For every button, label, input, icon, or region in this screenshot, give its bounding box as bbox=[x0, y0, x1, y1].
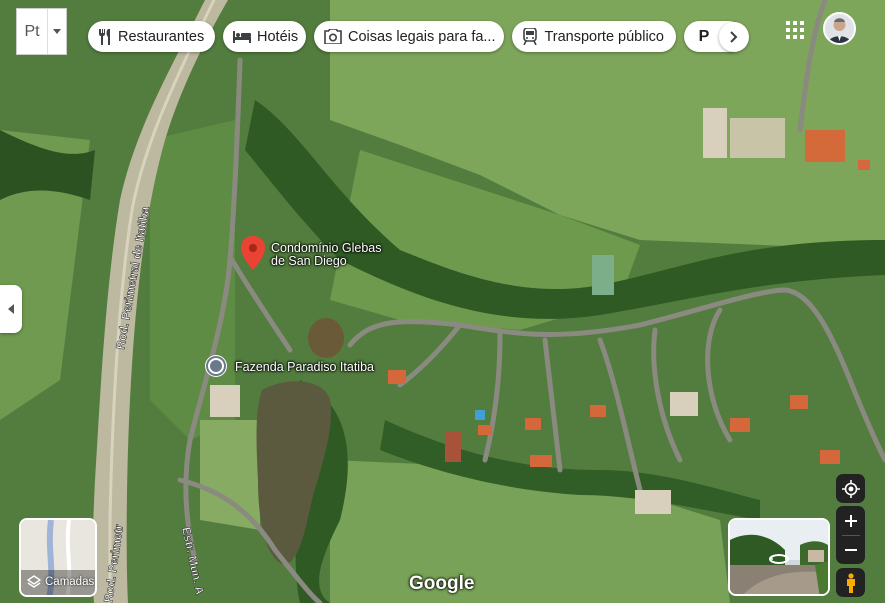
input-tools-button[interactable]: Pt bbox=[16, 8, 67, 55]
rotate-view-icon bbox=[769, 554, 789, 564]
chip-things-to-do[interactable]: Coisas legais para fa... bbox=[314, 21, 504, 52]
plus-icon bbox=[844, 514, 857, 527]
chip-label: Transporte público bbox=[544, 28, 664, 45]
satellite-map[interactable]: Rod. Perimetral de Itatiba Rod. Perimetr… bbox=[0, 0, 885, 603]
side-panel-toggle[interactable] bbox=[0, 285, 22, 333]
chip-transit[interactable]: Transporte público bbox=[512, 21, 676, 52]
layers-icon bbox=[27, 575, 41, 588]
layers-label: Camadas bbox=[45, 576, 95, 588]
crosshair-icon bbox=[841, 479, 860, 498]
parking-icon: P bbox=[698, 27, 710, 45]
fork-knife-icon bbox=[98, 27, 112, 47]
language-label: Pt bbox=[24, 22, 40, 40]
place-label[interactable]: Condomínio Glebas de San Diego bbox=[271, 242, 381, 268]
place-pin-icon[interactable] bbox=[241, 236, 265, 270]
pegman-icon bbox=[846, 572, 855, 593]
place-circle-icon[interactable] bbox=[205, 355, 227, 377]
chip-label: Coisas legais para fa... bbox=[348, 28, 496, 45]
chevron-down-icon[interactable] bbox=[47, 9, 66, 54]
chip-hotels[interactable]: Hotéis bbox=[223, 21, 306, 52]
chip-label: Hotéis bbox=[257, 28, 299, 45]
zoom-in-button[interactable] bbox=[836, 506, 865, 535]
pegman-button[interactable] bbox=[836, 568, 865, 597]
chevron-right-icon bbox=[730, 31, 738, 43]
apps-grid-icon[interactable] bbox=[786, 21, 804, 39]
chips-next-button[interactable] bbox=[719, 22, 749, 52]
chip-restaurants[interactable]: Restaurantes bbox=[88, 21, 215, 52]
chip-label: Restaurantes bbox=[118, 28, 205, 45]
train-icon bbox=[522, 27, 538, 47]
avatar[interactable] bbox=[823, 12, 856, 45]
zoom-out-button[interactable] bbox=[836, 536, 865, 564]
google-logo: Google bbox=[409, 573, 475, 594]
layers-button[interactable]: Camadas bbox=[19, 518, 97, 597]
place-label[interactable]: Fazenda Paradiso Itatiba bbox=[235, 361, 374, 374]
street-view-thumbnail[interactable] bbox=[728, 518, 830, 596]
bed-icon bbox=[233, 27, 251, 47]
zoom-controls bbox=[836, 506, 865, 564]
caret-left-icon bbox=[8, 304, 14, 314]
minus-icon bbox=[844, 549, 857, 551]
my-location-button[interactable] bbox=[836, 474, 865, 503]
camera-icon bbox=[324, 27, 342, 47]
